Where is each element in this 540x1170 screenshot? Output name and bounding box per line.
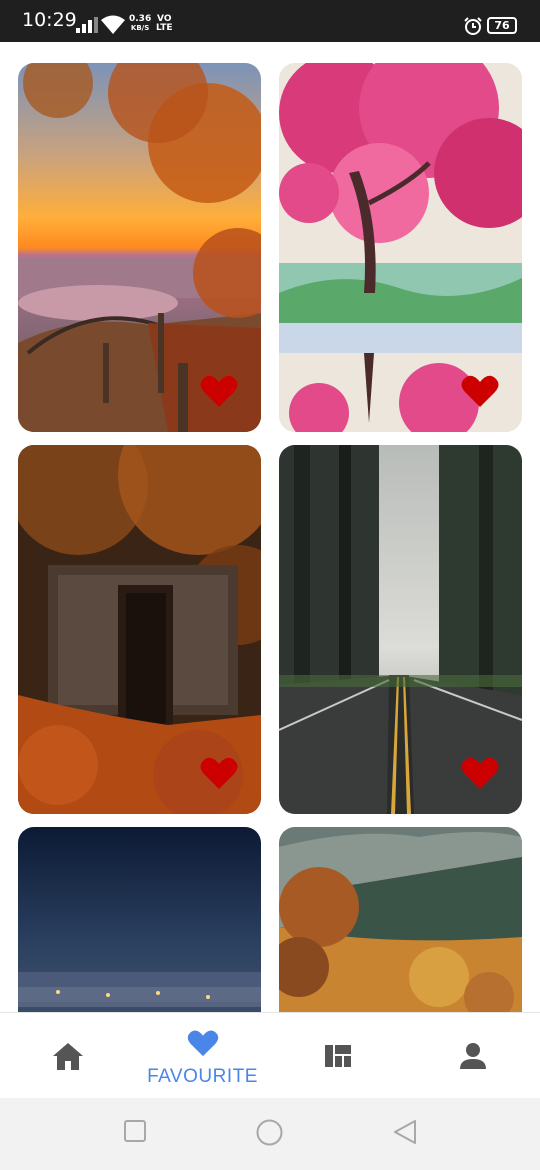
network-speed: 0.36 KB/S: [129, 14, 152, 33]
favourite-heart-icon[interactable]: [200, 374, 238, 408]
wallpaper-card[interactable]: [18, 63, 261, 432]
battery-indicator: 76: [487, 17, 517, 34]
wallpaper-night-city: [18, 827, 261, 1012]
nav-item-categories[interactable]: [270, 1013, 405, 1099]
home-circle-icon[interactable]: [256, 1119, 283, 1146]
nav-label-favourite: FAVOURITE: [147, 1066, 258, 1087]
favourite-heart-icon[interactable]: [200, 756, 238, 790]
nav-item-favourite[interactable]: FAVOURITE: [135, 1013, 270, 1099]
recents-square-icon[interactable]: [124, 1120, 146, 1142]
favourite-heart-icon[interactable]: [461, 374, 499, 408]
status-time: 10:29: [22, 9, 77, 31]
person-icon: [459, 1043, 486, 1069]
dashboard-icon: [324, 1045, 351, 1067]
wallpaper-grid[interactable]: [0, 42, 540, 1012]
status-bar: 10:29 0.36 KB/S VO LTE 76: [0, 0, 540, 42]
wallpaper-card[interactable]: [279, 63, 522, 432]
heart-icon: [187, 1030, 218, 1057]
favourite-heart-icon[interactable]: [461, 756, 499, 790]
wallpaper-card[interactable]: [18, 445, 261, 814]
alarm-icon: [464, 17, 482, 35]
home-icon: [52, 1043, 83, 1070]
wifi-icon: [101, 15, 125, 34]
nav-item-home[interactable]: [0, 1013, 135, 1099]
system-navigation-bar: [0, 1098, 540, 1170]
wallpaper-card[interactable]: [279, 445, 522, 814]
back-triangle-icon[interactable]: [393, 1119, 417, 1145]
bottom-navigation: FAVOURITE: [0, 1012, 540, 1098]
volte-indicator: VO LTE: [156, 14, 173, 33]
wallpaper-autumn-mountain: [279, 827, 522, 1012]
signal-icon: [76, 17, 98, 33]
wallpaper-card[interactable]: [18, 827, 261, 1012]
wallpaper-card[interactable]: [279, 827, 522, 1012]
nav-item-profile[interactable]: [405, 1013, 540, 1099]
